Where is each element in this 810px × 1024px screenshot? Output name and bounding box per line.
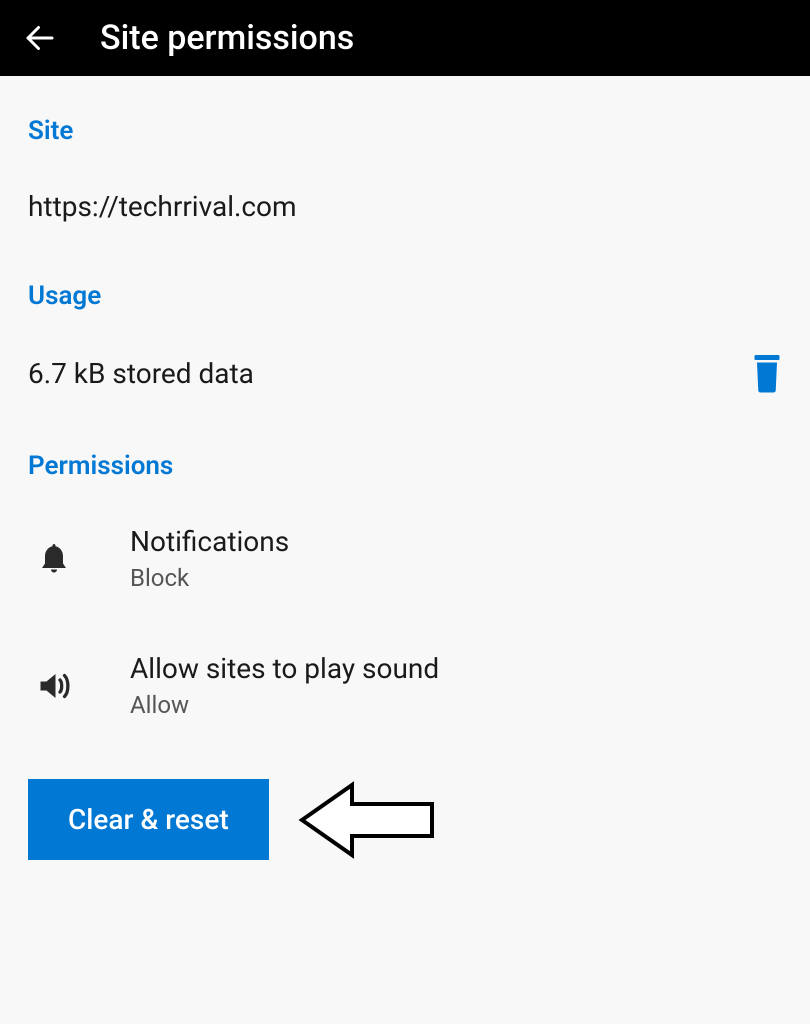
permission-title: Allow sites to play sound — [130, 652, 439, 685]
usage-text: 6.7 kB stored data — [28, 357, 254, 390]
usage-row: 6.7 kB stored data — [28, 355, 782, 391]
site-url: https://techrrival.com — [28, 190, 782, 223]
content: Site https://techrrival.com Usage 6.7 kB… — [0, 76, 810, 890]
site-section-label: Site — [28, 116, 782, 146]
bell-icon — [34, 539, 74, 579]
usage-section-label: Usage — [28, 281, 782, 311]
back-icon[interactable] — [20, 18, 60, 58]
clear-reset-button[interactable]: Clear & reset — [28, 779, 269, 860]
permission-title: Notifications — [130, 525, 289, 558]
permission-value: Block — [130, 564, 289, 592]
permission-sound[interactable]: Allow sites to play sound Allow — [28, 652, 782, 719]
speaker-icon — [34, 666, 74, 706]
permission-notifications[interactable]: Notifications Block — [28, 525, 782, 592]
permissions-section-label: Permissions — [28, 451, 782, 481]
permission-text: Notifications Block — [130, 525, 289, 592]
button-row: Clear & reset — [28, 779, 782, 860]
permission-value: Allow — [130, 691, 439, 719]
page-title: Site permissions — [100, 18, 354, 58]
trash-icon[interactable] — [752, 355, 782, 391]
header: Site permissions — [0, 0, 810, 76]
permission-text: Allow sites to play sound Allow — [130, 652, 439, 719]
arrow-left-icon — [297, 780, 437, 860]
